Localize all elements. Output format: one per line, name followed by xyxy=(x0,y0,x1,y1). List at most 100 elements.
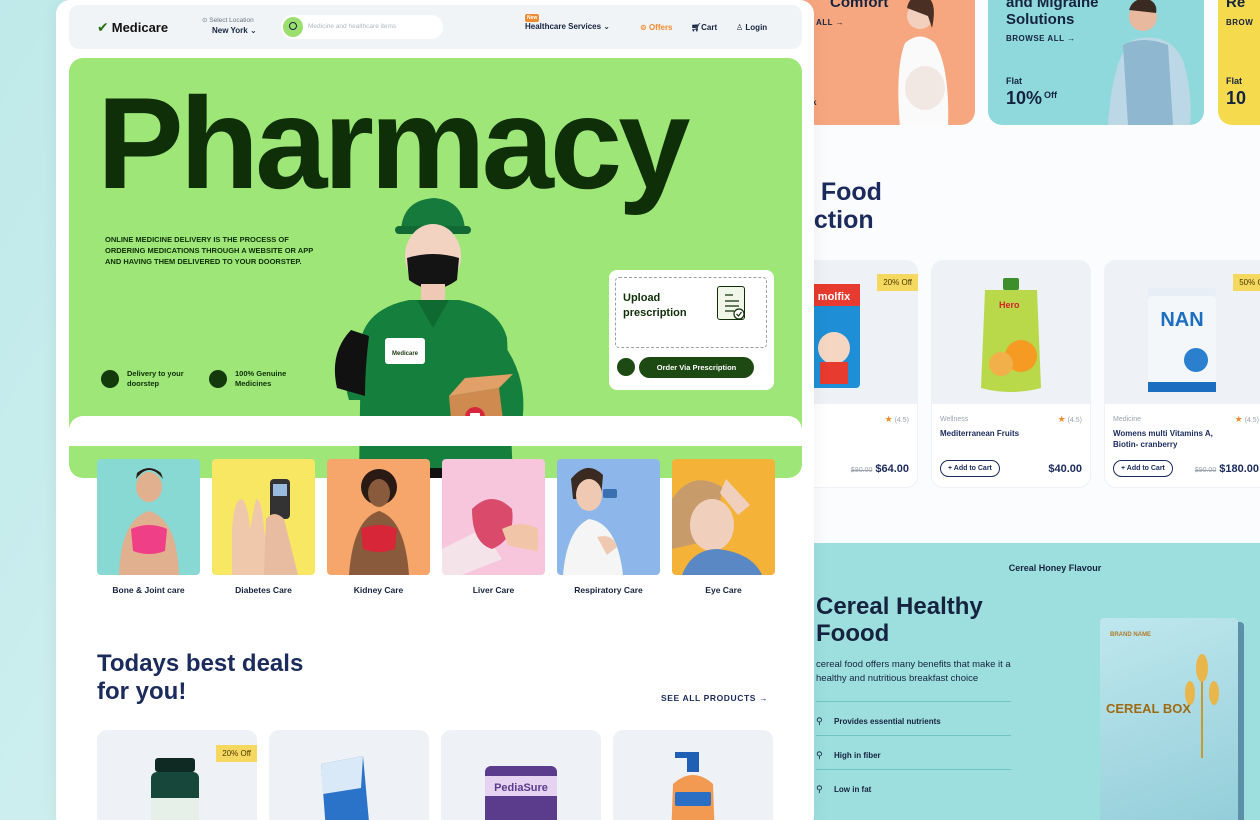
product-info: Medicine ★ (4.5) Womens multi Vitamins A… xyxy=(1104,403,1260,488)
product-category: Medicine xyxy=(1113,416,1142,423)
product-rating: ★ (4.5) xyxy=(1234,414,1259,424)
category-image xyxy=(557,459,660,575)
wheat-icon xyxy=(1185,654,1219,758)
cart-icon: 🛒︎ xyxy=(691,23,702,32)
hero-description: Online medicine delivery is the process … xyxy=(105,235,314,266)
promo-title: and Migraine Solutions xyxy=(1006,0,1099,28)
nutrient-icon: ⚲ xyxy=(816,716,823,726)
cereal-title: Cereal Healthy Foood xyxy=(816,593,983,647)
chevron-down-icon: ⌄ xyxy=(249,26,257,35)
logo-icon: ✔ xyxy=(97,19,109,35)
see-all-products-link[interactable]: SEE ALL PRODUCTS → xyxy=(661,693,768,703)
login-link[interactable]: ♙ Login xyxy=(736,23,767,32)
cart-link[interactable]: 🛒︎Cart xyxy=(691,23,717,32)
feature-genuine: 100% Genuine Medicines xyxy=(209,369,303,389)
top-navbar: ✔ Medicare ⊙ Select Location New York ⌄ M… xyxy=(69,5,802,49)
svg-text:Hero: Hero xyxy=(999,300,1020,310)
supplement-bottle-image xyxy=(151,758,199,820)
discount-value: 10 xyxy=(1226,88,1247,108)
pregnant-woman-image xyxy=(898,0,949,125)
promo-link[interactable]: BROW xyxy=(1226,18,1253,27)
add-to-cart-button[interactable]: + Add to Cart xyxy=(1113,460,1173,477)
discount-badge: 20% Off xyxy=(877,274,918,291)
cereal-box-image: BRAND NAME CEREAL BOX xyxy=(1100,618,1238,820)
category-liver[interactable]: Liver Care xyxy=(442,459,545,595)
svg-text:NAN: NAN xyxy=(1160,309,1203,331)
cereal-feature: ⚲ High in fiber xyxy=(816,735,1011,769)
hand-soap-image xyxy=(671,752,715,820)
search-icon[interactable] xyxy=(283,17,303,37)
add-to-cart-button[interactable]: + Add to Cart xyxy=(940,460,1000,477)
healthcare-services-menu[interactable]: New Healthcare Services ⌄ xyxy=(525,14,610,31)
discount-badge: 50% Off xyxy=(1233,274,1260,291)
product-info: Wellness ★ (4.5) Mediterranean Fruits + … xyxy=(931,403,1091,488)
promo-link[interactable]: ALL → xyxy=(816,18,844,27)
deal-card[interactable] xyxy=(613,730,773,820)
category-image xyxy=(327,459,430,575)
category-eye[interactable]: Eye Care xyxy=(672,459,775,595)
category-image xyxy=(97,459,200,575)
new-badge: New xyxy=(525,14,540,22)
cereal-promo-section: Cereal Honey Flavour Cereal Healthy Foood… xyxy=(790,543,1260,820)
product-name: Womens multi Vitamins A, Biotin- cranber… xyxy=(1113,429,1213,449)
product-price: $90.00 $180.00 xyxy=(1194,463,1259,475)
product-rating: ★ (4.5) xyxy=(1057,414,1082,424)
order-via-prescription-button[interactable]: Order Via Prescription xyxy=(639,357,754,378)
category-image xyxy=(442,459,545,575)
product-card[interactable]: 50% Off NAN Medicine ★ (4.5) Womens mult… xyxy=(1104,260,1260,488)
offer-icon: ⊚ xyxy=(640,23,647,32)
category-respiratory[interactable]: Respiratory Care xyxy=(557,459,660,595)
pills-icon xyxy=(209,370,227,388)
location-value: New York ⌄ xyxy=(212,26,257,35)
pediasure-can-image: PediaSure xyxy=(485,766,557,820)
category-kidney[interactable]: Kidney Care xyxy=(327,459,430,595)
flat-label: Flat xyxy=(1006,76,1023,86)
category-diabetes[interactable]: Diabetes Care xyxy=(212,459,315,595)
search-input[interactable]: Medicine and healthcare items xyxy=(308,23,396,30)
category-label: Bone & Joint care xyxy=(112,585,185,595)
location-selector[interactable]: ⊙ Select Location New York ⌄ xyxy=(202,16,257,35)
logo[interactable]: ✔ Medicare xyxy=(97,19,168,36)
secondary-page-preview: Comfort ALL → k and Migraine Solutions BR… xyxy=(790,0,1260,820)
fruit-pouch-image: Hero xyxy=(981,278,1041,392)
product-price: $40.00 xyxy=(1048,463,1082,475)
category-label: Kidney Care xyxy=(353,585,404,595)
discount-badge: 20% Off xyxy=(216,745,257,762)
category-label: Diabetes Care xyxy=(235,585,292,595)
feature-delivery: Delivery to your doorstep xyxy=(101,369,195,389)
location-label: Select Location xyxy=(209,17,254,24)
refresh-icon[interactable] xyxy=(617,358,635,376)
promo-card-comfort[interactable]: Comfort ALL → k xyxy=(790,0,975,125)
category-label: Eye Care xyxy=(705,585,742,595)
nan-formula-can-image: NAN xyxy=(1148,288,1216,392)
fiber-icon: ⚲ xyxy=(816,750,823,760)
user-icon: ♙ xyxy=(736,23,744,32)
promo-title: Re xyxy=(1226,0,1246,11)
upload-title: Upload prescription xyxy=(623,292,687,319)
svg-text:molfix: molfix xyxy=(818,291,851,303)
box-icon xyxy=(101,370,119,388)
cereal-description: cereal food offers many benefits that ma… xyxy=(816,659,1011,684)
deal-card[interactable] xyxy=(269,730,429,820)
category-label: Respiratory Care xyxy=(574,585,643,595)
category-bone-joint[interactable]: Bone & Joint care xyxy=(97,459,200,595)
content-divider xyxy=(69,416,802,446)
sick-man-image xyxy=(1108,0,1191,125)
box-brand: BRAND NAME xyxy=(1110,632,1151,638)
browse-all-link[interactable]: BROWSE ALL → xyxy=(1006,34,1076,43)
category-image xyxy=(672,459,775,575)
offers-link[interactable]: ⊚ Offers xyxy=(640,23,673,32)
deal-card[interactable]: PediaSure xyxy=(441,730,601,820)
cereal-tag: Cereal Honey Flavour xyxy=(1008,563,1102,573)
location-pin-icon: ⊙ xyxy=(202,17,208,24)
hero-banner: Pharmacy Online medicine delivery is the… xyxy=(69,58,802,478)
prescription-doc-icon xyxy=(717,286,745,320)
flat-label: Flat xyxy=(1226,76,1243,86)
product-card[interactable]: Hero Wellness ★ (4.5) Mediterranean Frui… xyxy=(931,260,1091,488)
cereal-feature: ⚲ Low in fat xyxy=(816,769,1011,803)
deal-card[interactable]: 20% Off xyxy=(97,730,257,820)
search-bar[interactable]: Medicine and healthcare items xyxy=(281,15,443,39)
promo-card-migraine[interactable]: and Migraine Solutions BROWSE ALL → Flat … xyxy=(988,0,1204,125)
promo-card-third[interactable]: Re BROW Flat 10 xyxy=(1218,0,1260,125)
category-label: Liver Care xyxy=(472,585,515,595)
